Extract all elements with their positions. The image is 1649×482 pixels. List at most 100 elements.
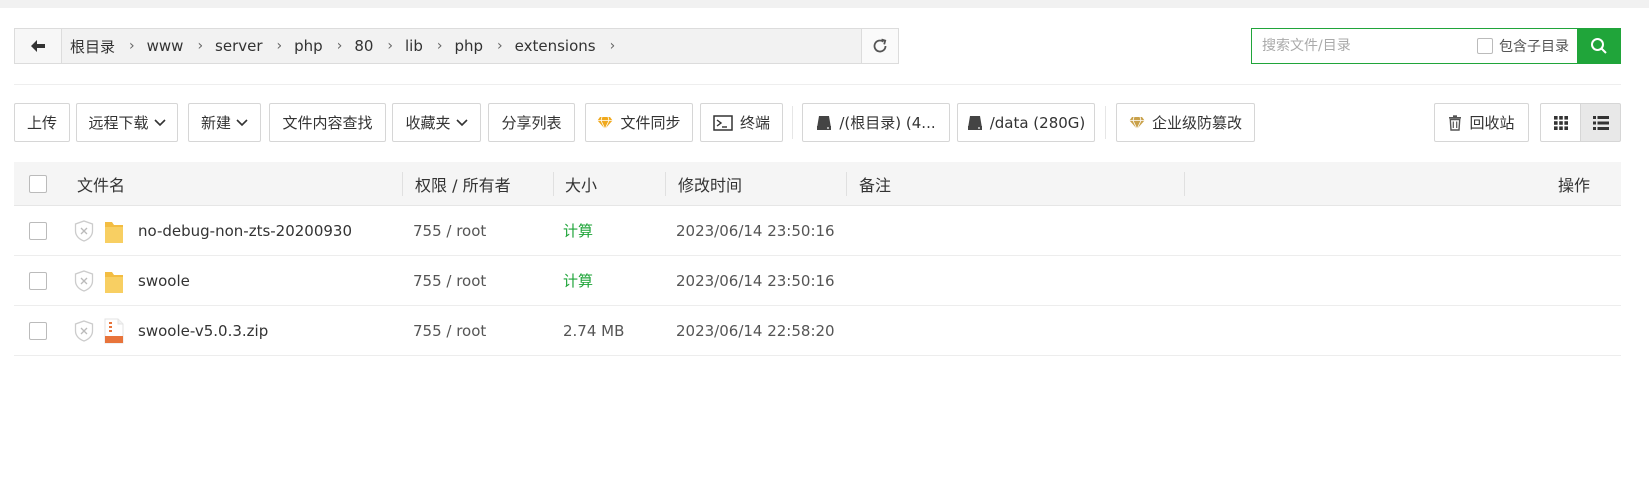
file-name[interactable]: swoole bbox=[138, 256, 190, 305]
search-button[interactable] bbox=[1577, 28, 1621, 64]
breadcrumb-item[interactable]: www › bbox=[147, 37, 215, 55]
disk-data-label: /data (280G) bbox=[989, 113, 1086, 132]
header-operations: 操作 bbox=[1558, 175, 1591, 195]
include-subdirs-toggle[interactable]: 包含子目录 bbox=[1477, 36, 1569, 56]
folder-icon bbox=[103, 206, 125, 255]
chevron-right-icon: › bbox=[497, 38, 503, 54]
table-header: 文件名 权限 / 所有者 大小 修改时间 备注 操作 bbox=[14, 162, 1621, 206]
grid-icon bbox=[1553, 115, 1568, 130]
chevron-right-icon: › bbox=[276, 38, 283, 54]
file-permission[interactable]: 755 / root bbox=[413, 206, 486, 255]
include-subdirs-checkbox[interactable] bbox=[1477, 38, 1493, 54]
breadcrumb-label: www bbox=[146, 37, 184, 55]
chevron-right-icon: › bbox=[129, 38, 135, 54]
search-box: 包含子目录 bbox=[1251, 28, 1621, 64]
grid-view-button[interactable] bbox=[1540, 103, 1581, 142]
shield-x-icon bbox=[74, 256, 94, 305]
zip-file-icon bbox=[104, 306, 124, 355]
refresh-button[interactable] bbox=[861, 29, 898, 63]
select-all-checkbox[interactable] bbox=[29, 174, 47, 193]
breadcrumb-item[interactable]: php › bbox=[454, 37, 514, 55]
chevron-right-icon: › bbox=[609, 38, 616, 54]
file-size: 2.74 MB bbox=[563, 321, 625, 340]
refresh-icon bbox=[873, 38, 887, 53]
breadcrumb-item[interactable]: server › bbox=[215, 37, 294, 55]
disk-icon bbox=[967, 115, 983, 131]
row-checkbox[interactable] bbox=[29, 321, 47, 340]
file-name[interactable]: swoole-v5.0.3.zip bbox=[138, 306, 268, 355]
include-subdirs-label: 包含子目录 bbox=[1499, 39, 1569, 55]
disk-root-button[interactable]: /(根目录) (4... bbox=[802, 103, 950, 142]
tamper-protect-button[interactable]: 企业级防篡改 bbox=[1116, 103, 1255, 142]
header-permission[interactable]: 权限 / 所有者 bbox=[415, 162, 511, 205]
row-checkbox[interactable] bbox=[29, 221, 47, 240]
folder-icon bbox=[103, 256, 125, 305]
header-name[interactable]: 文件名 bbox=[77, 162, 125, 205]
breadcrumb-label: 根目录 bbox=[70, 37, 116, 56]
file-sync-label: 文件同步 bbox=[620, 114, 681, 132]
column-divider bbox=[665, 172, 666, 196]
header-note: 备注 bbox=[859, 175, 892, 195]
upload-label: 上传 bbox=[26, 114, 57, 132]
breadcrumb-item[interactable]: php › bbox=[294, 37, 354, 55]
chevron-down-icon bbox=[455, 118, 468, 127]
column-divider bbox=[402, 172, 403, 196]
select-all-cell bbox=[29, 162, 47, 205]
file-mtime: 2023/06/14 23:50:16 bbox=[676, 221, 835, 240]
file-mtime: 2023/06/14 23:50:16 bbox=[676, 271, 835, 290]
terminal-icon bbox=[713, 114, 733, 131]
terminal-button[interactable]: 终端 bbox=[700, 103, 783, 142]
breadcrumb-item[interactable]: 80 › bbox=[354, 37, 405, 55]
search-input[interactable] bbox=[1252, 30, 1464, 62]
terminal-label: 终端 bbox=[739, 114, 770, 132]
file-name[interactable]: no-debug-non-zts-20200930 bbox=[138, 206, 352, 255]
file-permission[interactable]: 755 / root bbox=[413, 306, 486, 355]
recycle-bin-button[interactable]: 回收站 bbox=[1434, 103, 1529, 142]
remote-download-label: 远程下载 bbox=[88, 114, 149, 132]
column-divider bbox=[846, 172, 847, 196]
disk-data-button[interactable]: /data (280G) bbox=[957, 103, 1095, 142]
share-list-button[interactable]: 分享列表 bbox=[488, 103, 575, 142]
header-modified[interactable]: 修改时间 bbox=[678, 162, 742, 205]
favorites-button[interactable]: 收藏夹 bbox=[392, 103, 481, 142]
breadcrumb-item[interactable]: 根目录 › bbox=[70, 36, 147, 57]
upload-button[interactable]: 上传 bbox=[14, 103, 70, 142]
trash-icon bbox=[1448, 114, 1462, 131]
disk-icon bbox=[816, 115, 832, 131]
calc-size-link[interactable]: 计算 bbox=[563, 256, 593, 305]
chevron-right-icon: › bbox=[197, 38, 204, 54]
recycle-bin-label: 回收站 bbox=[1469, 114, 1515, 132]
list-view-button[interactable] bbox=[1580, 103, 1621, 142]
file-permission[interactable]: 755 / root bbox=[413, 256, 486, 305]
column-divider bbox=[553, 172, 554, 196]
chevron-down-icon bbox=[236, 118, 248, 127]
breadcrumb-label: php bbox=[454, 37, 484, 55]
tamper-protect-label: 企业级防篡改 bbox=[1151, 114, 1242, 132]
chevron-right-icon: › bbox=[336, 38, 343, 54]
diamond-icon bbox=[597, 116, 613, 130]
row-checkbox[interactable] bbox=[29, 271, 47, 290]
breadcrumb-item[interactable]: lib › bbox=[405, 37, 454, 55]
chevron-down-icon bbox=[153, 118, 166, 127]
header-size[interactable]: 大小 bbox=[565, 162, 597, 205]
table-row[interactable]: no-debug-non-zts-20200930 755 / root 计算 … bbox=[14, 206, 1621, 256]
remote-download-button[interactable]: 远程下载 bbox=[76, 103, 178, 142]
top-strip bbox=[0, 0, 1649, 8]
new-button[interactable]: 新建 bbox=[188, 103, 261, 142]
shield-x-icon bbox=[74, 206, 94, 255]
toolbar-divider bbox=[792, 106, 793, 139]
back-button[interactable] bbox=[15, 29, 62, 63]
calc-size-link[interactable]: 计算 bbox=[563, 206, 593, 255]
breadcrumb-label: extensions bbox=[514, 37, 596, 55]
breadcrumb-label: 80 bbox=[354, 37, 374, 55]
chevron-right-icon: › bbox=[436, 38, 443, 54]
favorites-label: 收藏夹 bbox=[405, 114, 451, 132]
diamond-icon bbox=[1129, 116, 1145, 130]
file-sync-button[interactable]: 文件同步 bbox=[585, 103, 693, 142]
breadcrumb-item[interactable]: extensions › bbox=[515, 37, 628, 55]
content-search-button[interactable]: 文件内容查找 bbox=[269, 103, 386, 142]
table-row[interactable]: swoole 755 / root 计算 2023/06/14 23:50:16 bbox=[14, 256, 1621, 306]
address-bar: 根目录 › www › server › php › 80 › lib › php › ext… bbox=[14, 28, 899, 64]
breadcrumb: 根目录 › www › server › php › 80 › lib › php › ext… bbox=[62, 29, 861, 63]
table-row[interactable]: swoole-v5.0.3.zip 755 / root 2.74 MB 202… bbox=[14, 306, 1621, 356]
